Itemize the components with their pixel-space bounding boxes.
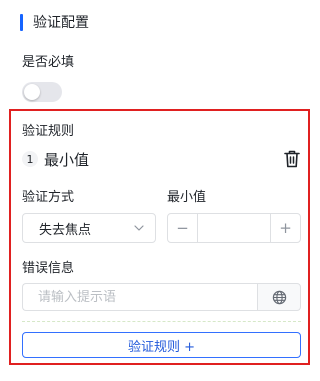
decrement-button[interactable]: − bbox=[168, 214, 198, 242]
globe-icon bbox=[272, 290, 286, 304]
error-message-input[interactable] bbox=[22, 283, 257, 311]
min-value-input[interactable] bbox=[198, 214, 270, 242]
method-select[interactable]: 失去焦点 bbox=[22, 213, 156, 243]
min-value-stepper: − + bbox=[167, 213, 301, 243]
rule-name: 最小值 bbox=[44, 151, 90, 169]
divider bbox=[22, 321, 301, 322]
trash-icon bbox=[284, 150, 300, 168]
add-rule-button[interactable]: 验证规则 + bbox=[22, 332, 301, 358]
delete-rule-button[interactable] bbox=[284, 150, 300, 168]
rule-index-badge: 1 bbox=[22, 151, 38, 167]
translate-button[interactable] bbox=[257, 283, 301, 311]
chevron-down-icon bbox=[134, 225, 144, 231]
toggle-knob bbox=[24, 84, 40, 100]
section-header: 验证配置 bbox=[20, 12, 89, 32]
required-label: 是否必填 bbox=[22, 55, 75, 70]
increment-button[interactable]: + bbox=[270, 214, 300, 242]
section-title: 验证配置 bbox=[33, 15, 89, 31]
error-message-label: 错误信息 bbox=[22, 261, 75, 276]
required-toggle[interactable] bbox=[22, 82, 62, 102]
section-accent-bar bbox=[20, 13, 23, 31]
method-select-value: 失去焦点 bbox=[39, 222, 92, 238]
min-value-label: 最小值 bbox=[167, 190, 207, 205]
rules-title: 验证规则 bbox=[22, 124, 75, 139]
method-label: 验证方式 bbox=[22, 190, 75, 205]
